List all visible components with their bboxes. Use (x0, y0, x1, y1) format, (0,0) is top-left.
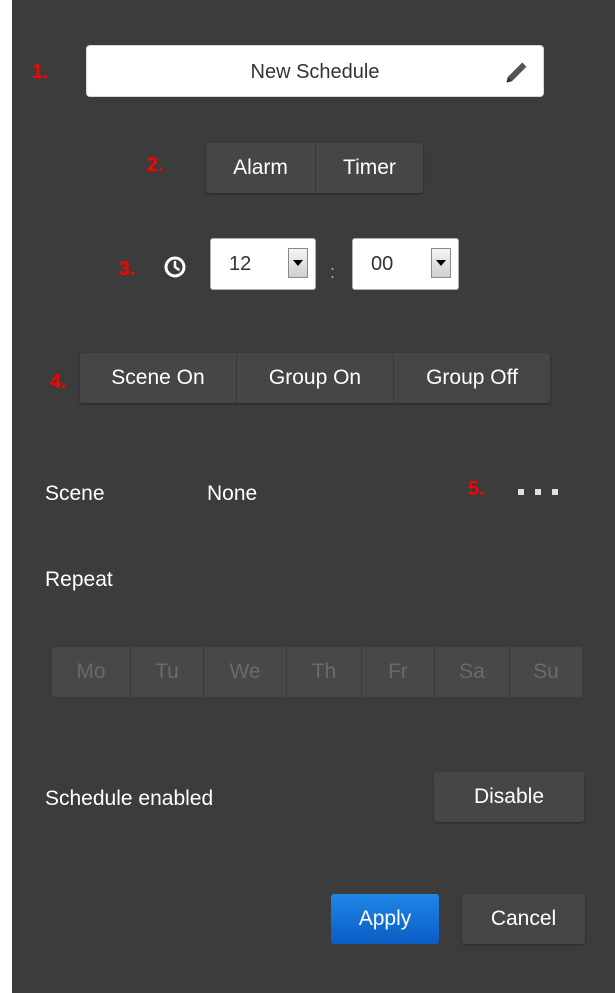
day-monday[interactable]: Mo (52, 647, 130, 697)
chevron-down-icon[interactable] (431, 248, 451, 278)
annotation-marker-5: 5. (468, 478, 485, 500)
schedule-name-field[interactable]: New Schedule (86, 45, 544, 97)
ellipsis-icon[interactable] (518, 489, 558, 495)
disable-button[interactable]: Disable (434, 772, 584, 822)
day-saturday[interactable]: Sa (434, 647, 509, 697)
schedule-name-value[interactable]: New Schedule (87, 46, 543, 98)
chevron-down-icon[interactable] (288, 248, 308, 278)
scene-value: None (207, 482, 258, 505)
action-tabs: Scene On Group On Group Off (80, 353, 550, 403)
time-separator: : (330, 262, 336, 282)
schedule-status-label: Schedule enabled (45, 787, 214, 810)
day-sunday[interactable]: Su (509, 647, 582, 697)
annotation-marker-3: 3. (119, 258, 136, 280)
minute-select[interactable]: 00 (352, 238, 459, 290)
cancel-button[interactable]: Cancel (462, 894, 585, 944)
alarm-tab[interactable]: Alarm (206, 143, 315, 193)
hour-value: 12 (229, 253, 252, 275)
apply-button[interactable]: Apply (331, 894, 439, 944)
mode-toggle: Alarm Timer (206, 143, 423, 193)
scene-label: Scene (45, 482, 105, 505)
day-wednesday[interactable]: We (203, 647, 286, 697)
tab-group-off[interactable]: Group Off (393, 353, 550, 403)
clock-icon (164, 256, 186, 278)
day-tuesday[interactable]: Tu (130, 647, 203, 697)
repeat-label: Repeat (45, 568, 113, 591)
annotation-marker-2: 2. (147, 154, 164, 176)
day-friday[interactable]: Fr (361, 647, 434, 697)
tab-group-on[interactable]: Group On (236, 353, 393, 403)
annotation-marker-1: 1. (32, 61, 49, 83)
day-thursday[interactable]: Th (286, 647, 361, 697)
repeat-days: Mo Tu We Th Fr Sa Su (52, 647, 582, 697)
pencil-icon[interactable] (503, 58, 531, 86)
annotation-marker-4: 4. (50, 371, 67, 393)
hour-select[interactable]: 12 (210, 238, 316, 290)
tab-scene-on[interactable]: Scene On (80, 353, 236, 403)
timer-tab[interactable]: Timer (315, 143, 423, 193)
minute-value: 00 (371, 253, 394, 275)
